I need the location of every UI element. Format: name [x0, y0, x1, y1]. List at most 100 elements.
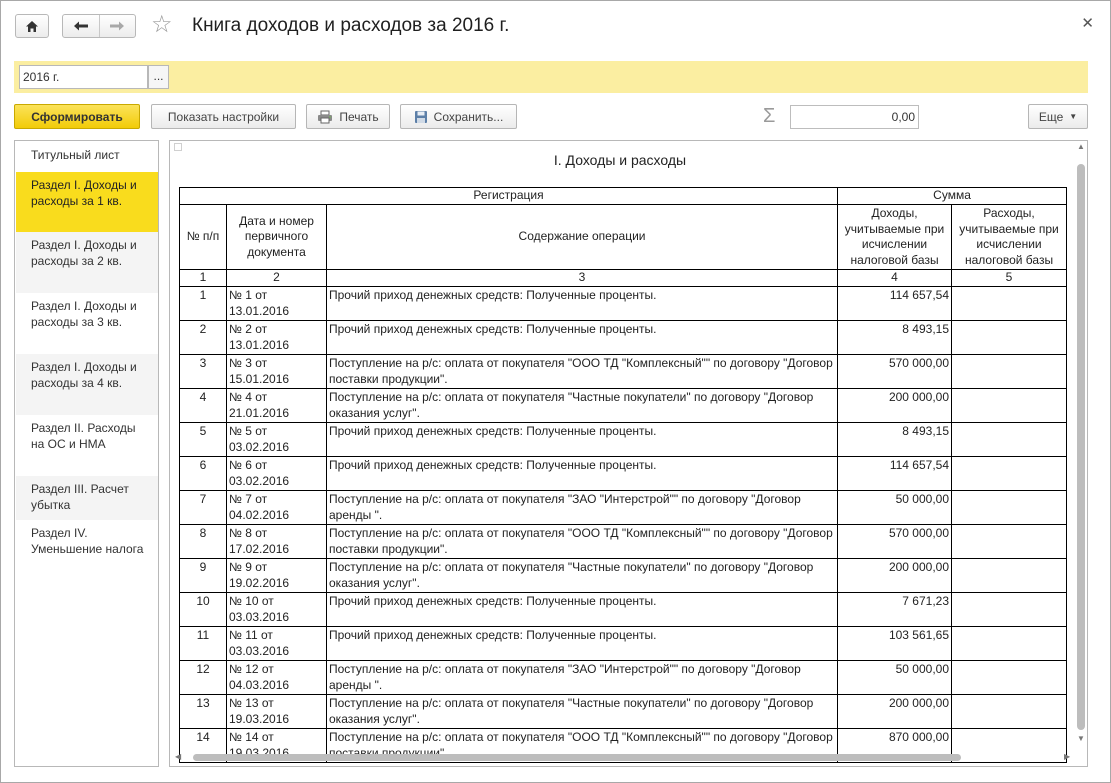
horizontal-scroll-thumb[interactable]: [193, 754, 961, 761]
expense-cell[interactable]: [951, 524, 1068, 559]
document-cell[interactable]: № 4 от 21.01.2016: [226, 388, 327, 423]
horizontal-scrollbar[interactable]: ◀ ▶: [171, 752, 1075, 764]
row-number-cell[interactable]: 1: [179, 286, 227, 321]
row-number-cell[interactable]: 2: [179, 320, 227, 355]
row-number-cell[interactable]: 10: [179, 592, 227, 627]
content-cell[interactable]: Поступление на р/с: оплата от покупателя…: [325, 388, 839, 423]
income-cell[interactable]: 7 671,23: [837, 592, 953, 627]
save-button[interactable]: Сохранить...: [400, 104, 517, 129]
nav-item-section1-q1[interactable]: Раздел I. Доходы и расходы за 1 кв.: [16, 172, 158, 232]
income-cell[interactable]: 50 000,00: [837, 660, 953, 695]
content-cell[interactable]: Поступление на р/с: оплата от покупателя…: [325, 524, 839, 559]
content-cell[interactable]: Прочий приход денежных средств: Полученн…: [325, 456, 839, 491]
document-cell[interactable]: № 1 от 13.01.2016: [226, 286, 327, 321]
table-row[interactable]: 7 № 7 от 04.02.2016 Поступление на р/с: оп…: [179, 490, 1068, 525]
income-cell[interactable]: 570 000,00: [837, 354, 953, 389]
row-number-cell[interactable]: 12: [179, 660, 227, 695]
table-row[interactable]: 4 № 4 от 21.01.2016 Поступление на р/с: оп…: [179, 388, 1068, 423]
content-cell[interactable]: Поступление на р/с: оплата от покупателя…: [325, 660, 839, 695]
table-row[interactable]: 13 № 13 от 19.03.2016 Поступление на р/с: …: [179, 694, 1068, 729]
row-number-cell[interactable]: 8: [179, 524, 227, 559]
row-number-cell[interactable]: 9: [179, 558, 227, 593]
forward-button[interactable]: [98, 15, 135, 37]
content-cell[interactable]: Поступление на р/с: оплата от покупателя…: [325, 354, 839, 389]
scroll-down-icon[interactable]: ▼: [1076, 734, 1086, 743]
nav-item-section3[interactable]: Раздел III. Расчет убытка: [16, 476, 158, 520]
vertical-scrollbar[interactable]: ▲ ▼: [1075, 142, 1087, 748]
scroll-right-icon[interactable]: ▶: [1064, 752, 1070, 761]
expense-cell[interactable]: [951, 388, 1068, 423]
expense-cell[interactable]: [951, 592, 1068, 627]
row-number-cell[interactable]: 7: [179, 490, 227, 525]
row-number-cell[interactable]: 11: [179, 626, 227, 661]
income-cell[interactable]: 114 657,54: [837, 286, 953, 321]
document-cell[interactable]: № 8 от 17.02.2016: [226, 524, 327, 559]
document-cell[interactable]: № 13 от 19.03.2016: [226, 694, 327, 729]
table-row[interactable]: 10 № 10 от 03.03.2016 Прочий приход денежн…: [179, 592, 1068, 627]
star-icon[interactable]: ☆: [151, 12, 173, 38]
income-cell[interactable]: 570 000,00: [837, 524, 953, 559]
nav-item-section1-q3[interactable]: Раздел I. Доходы и расходы за 3 кв.: [16, 293, 158, 354]
expense-cell[interactable]: [951, 456, 1068, 491]
expense-cell[interactable]: [951, 660, 1068, 695]
row-number-cell[interactable]: 13: [179, 694, 227, 729]
table-row[interactable]: 11 № 11 от 03.03.2016 Прочий приход денежн…: [179, 626, 1068, 661]
table-row[interactable]: 12 № 12 от 04.03.2016 Поступление на р/с: …: [179, 660, 1068, 695]
nav-item-section4[interactable]: Раздел IV. Уменьшение налога: [16, 520, 158, 581]
document-cell[interactable]: № 12 от 04.03.2016: [226, 660, 327, 695]
content-cell[interactable]: Прочий приход денежных средств: Полученн…: [325, 320, 839, 355]
table-row[interactable]: 8 № 8 от 17.02.2016 Поступление на р/с: оп…: [179, 524, 1068, 559]
income-cell[interactable]: 200 000,00: [837, 558, 953, 593]
table-row[interactable]: 9 № 9 от 19.02.2016 Поступление на р/с: оп…: [179, 558, 1068, 593]
income-cell[interactable]: 200 000,00: [837, 388, 953, 423]
expense-cell[interactable]: [951, 320, 1068, 355]
period-picker-button[interactable]: ...: [148, 65, 169, 89]
generate-button[interactable]: Сформировать: [14, 104, 140, 129]
content-cell[interactable]: Поступление на р/с: оплата от покупателя…: [325, 558, 839, 593]
close-icon[interactable]: ✕: [1081, 14, 1094, 32]
expense-cell[interactable]: [951, 354, 1068, 389]
row-number-cell[interactable]: 3: [179, 354, 227, 389]
document-cell[interactable]: № 3 от 15.01.2016: [226, 354, 327, 389]
document-cell[interactable]: № 10 от 03.03.2016: [226, 592, 327, 627]
expense-cell[interactable]: [951, 694, 1068, 729]
home-button[interactable]: [15, 14, 49, 38]
table-row[interactable]: 1 № 1 от 13.01.2016 Прочий приход денежных…: [179, 286, 1068, 321]
content-cell[interactable]: Поступление на р/с: оплата от покупателя…: [325, 490, 839, 525]
income-cell[interactable]: 50 000,00: [837, 490, 953, 525]
income-cell[interactable]: 200 000,00: [837, 694, 953, 729]
report-document[interactable]: I. Доходы и расходы Регистрация Сумма № …: [169, 140, 1088, 767]
document-cell[interactable]: № 2 от 13.01.2016: [226, 320, 327, 355]
table-row[interactable]: 5 № 5 от 03.02.2016 Прочий приход денежных…: [179, 422, 1068, 457]
print-button[interactable]: Печать: [306, 104, 390, 129]
more-menu-button[interactable]: Еще ▼: [1028, 104, 1088, 129]
content-cell[interactable]: Поступление на р/с: оплата от покупателя…: [325, 694, 839, 729]
nav-item-section1-q2[interactable]: Раздел I. Доходы и расходы за 2 кв.: [16, 232, 158, 293]
expense-cell[interactable]: [951, 558, 1068, 593]
expense-cell[interactable]: [951, 286, 1068, 321]
period-input[interactable]: 2016 г.: [19, 65, 148, 89]
income-cell[interactable]: 8 493,15: [837, 422, 953, 457]
income-cell[interactable]: 114 657,54: [837, 456, 953, 491]
content-cell[interactable]: Прочий приход денежных средств: Полученн…: [325, 286, 839, 321]
vertical-scroll-thumb[interactable]: [1077, 164, 1085, 730]
table-row[interactable]: 3 № 3 от 15.01.2016 Поступление на р/с: оп…: [179, 354, 1068, 389]
document-cell[interactable]: № 7 от 04.02.2016: [226, 490, 327, 525]
nav-item-title-page[interactable]: Титульный лист: [16, 142, 158, 172]
content-cell[interactable]: Прочий приход денежных средств: Полученн…: [325, 422, 839, 457]
document-cell[interactable]: № 5 от 03.02.2016: [226, 422, 327, 457]
show-settings-button[interactable]: Показать настройки: [151, 104, 296, 129]
document-cell[interactable]: № 6 от 03.02.2016: [226, 456, 327, 491]
expense-cell[interactable]: [951, 422, 1068, 457]
income-cell[interactable]: 103 561,65: [837, 626, 953, 661]
row-number-cell[interactable]: 4: [179, 388, 227, 423]
back-button[interactable]: [63, 15, 99, 37]
table-row[interactable]: 6 № 6 от 03.02.2016 Прочий приход денежных…: [179, 456, 1068, 491]
nav-item-section1-q4[interactable]: Раздел I. Доходы и расходы за 4 кв.: [16, 354, 158, 415]
content-cell[interactable]: Прочий приход денежных средств: Полученн…: [325, 592, 839, 627]
document-cell[interactable]: № 9 от 19.02.2016: [226, 558, 327, 593]
scroll-up-icon[interactable]: ▲: [1076, 142, 1086, 151]
row-number-cell[interactable]: 5: [179, 422, 227, 457]
income-cell[interactable]: 8 493,15: [837, 320, 953, 355]
content-cell[interactable]: Прочий приход денежных средств: Полученн…: [325, 626, 839, 661]
